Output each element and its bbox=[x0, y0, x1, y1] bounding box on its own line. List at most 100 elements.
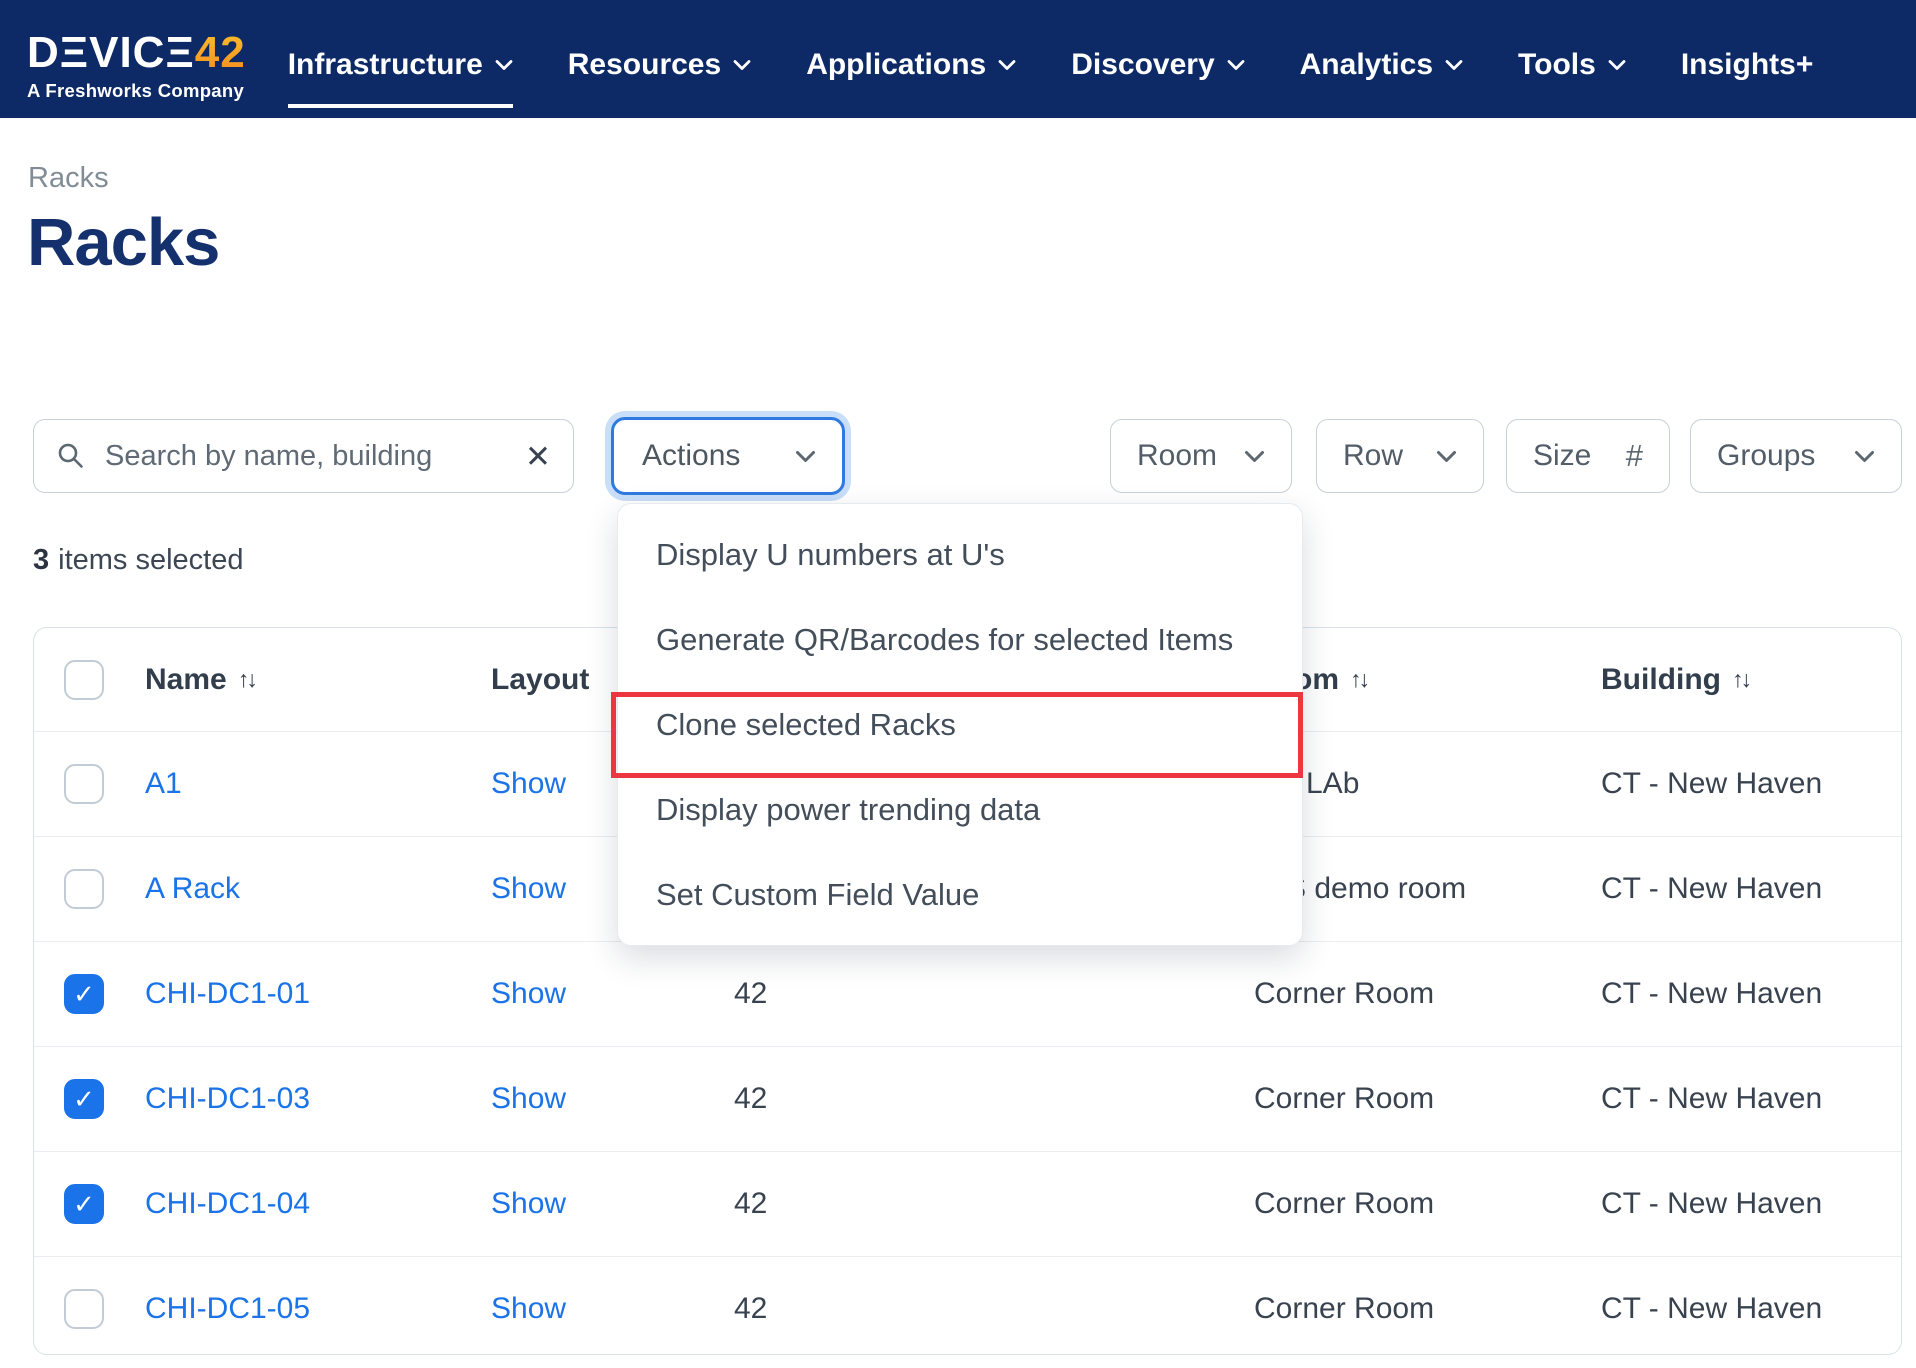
main-menu: Infrastructure Resources Applications Di… bbox=[288, 48, 1814, 84]
room-value: Corner Room bbox=[1254, 1187, 1434, 1220]
nav-item-infrastructure[interactable]: Infrastructure bbox=[288, 48, 513, 84]
nav-item-label: Applications bbox=[806, 48, 986, 82]
show-layout-link[interactable]: Show bbox=[491, 872, 566, 905]
column-header-layout: Layout bbox=[491, 663, 589, 697]
filter-row[interactable]: Row bbox=[1316, 419, 1484, 493]
filter-label: Size bbox=[1533, 439, 1591, 473]
nav-item-label: Infrastructure bbox=[288, 48, 483, 82]
row-checkbox[interactable]: ✓ bbox=[64, 974, 104, 1014]
building-value: CT - New Haven bbox=[1601, 1292, 1822, 1325]
chevron-down-icon bbox=[1608, 59, 1626, 71]
room-value: LAb bbox=[1306, 767, 1359, 800]
chevron-down-icon bbox=[1445, 59, 1463, 71]
selected-count: 3 bbox=[33, 544, 49, 576]
size-value: 42 bbox=[734, 1082, 767, 1115]
room-value: Corner Room bbox=[1254, 1292, 1434, 1325]
device42-logo[interactable]: DΞVICΞ42 A Freshworks Company bbox=[27, 31, 246, 102]
actions-dropdown-menu: Display U numbers at U'sGenerate QR/Barc… bbox=[617, 503, 1303, 946]
menu-item-generate-qr-barcodes-for-selected-items[interactable]: Generate QR/Barcodes for selected Items bbox=[618, 597, 1302, 682]
rack-name-link[interactable]: A1 bbox=[145, 767, 182, 800]
show-layout-link[interactable]: Show bbox=[491, 1082, 566, 1115]
table-row: ✓ CHI-DC1-01 Show 42 Corner Room CT - New Hav… bbox=[34, 941, 1901, 1046]
rack-name-link[interactable]: CHI-DC1-04 bbox=[145, 1187, 310, 1220]
size-value: 42 bbox=[734, 1187, 767, 1220]
nav-item-discovery[interactable]: Discovery bbox=[1071, 48, 1244, 84]
rack-name-link[interactable]: CHI-DC1-03 bbox=[145, 1082, 310, 1115]
chevron-down-icon bbox=[733, 59, 751, 71]
rack-name-link[interactable]: A Rack bbox=[145, 872, 240, 905]
size-value: 42 bbox=[734, 1292, 767, 1325]
row-checkbox[interactable] bbox=[64, 869, 104, 909]
show-layout-link[interactable]: Show bbox=[491, 767, 566, 800]
sort-icon[interactable]: ↑↓ bbox=[1732, 666, 1749, 693]
filter-size[interactable]: Size # bbox=[1506, 419, 1670, 493]
building-value: CT - New Haven bbox=[1601, 1187, 1822, 1220]
table-row: ✓ CHI-DC1-04 Show 42 Corner Room CT - New Hav… bbox=[34, 1151, 1901, 1256]
nav-item-label: Resources bbox=[568, 48, 721, 82]
filter-label: Groups bbox=[1717, 439, 1815, 473]
building-value: CT - New Haven bbox=[1601, 872, 1822, 905]
nav-item-label: Analytics bbox=[1300, 48, 1433, 82]
search-icon bbox=[56, 441, 86, 471]
search-box[interactable]: ✕ bbox=[33, 419, 574, 493]
chevron-down-icon bbox=[998, 59, 1016, 71]
filter-room[interactable]: Room bbox=[1110, 419, 1292, 493]
logo-tagline: A Freshworks Company bbox=[27, 80, 246, 102]
search-input[interactable] bbox=[103, 439, 523, 474]
breadcrumb: Racks bbox=[28, 162, 109, 195]
sort-icon[interactable]: ↑↓ bbox=[238, 666, 255, 693]
page-title: Racks bbox=[27, 204, 219, 281]
room-value: Corner Room bbox=[1254, 977, 1434, 1010]
top-nav: DΞVICΞ42 A Freshworks Company Infrastruc… bbox=[0, 0, 1916, 118]
room-value: Corner Room bbox=[1254, 1082, 1434, 1115]
show-layout-link[interactable]: Show bbox=[491, 1187, 566, 1220]
clear-search-icon[interactable]: ✕ bbox=[523, 439, 553, 474]
chevron-down-icon bbox=[1227, 59, 1245, 71]
table-row: CHI-DC1-05 Show 42 Corner Room CT - New Have… bbox=[34, 1256, 1901, 1355]
nav-item-insights[interactable]: Insights+ bbox=[1681, 48, 1814, 84]
size-value: 42 bbox=[734, 977, 767, 1010]
sort-icon[interactable]: ↑↓ bbox=[1350, 666, 1367, 693]
table-row: ✓ CHI-DC1-03 Show 42 Corner Room CT - New Hav… bbox=[34, 1046, 1901, 1151]
chevron-down-icon bbox=[495, 59, 513, 71]
actions-button[interactable]: Actions bbox=[611, 417, 845, 495]
room-value: S demo room bbox=[1286, 872, 1466, 905]
building-value: CT - New Haven bbox=[1601, 977, 1822, 1010]
show-layout-link[interactable]: Show bbox=[491, 1292, 566, 1325]
menu-item-clone-selected-racks[interactable]: Clone selected Racks bbox=[618, 682, 1302, 767]
row-checkbox[interactable] bbox=[64, 1289, 104, 1329]
filter-groups[interactable]: Groups bbox=[1690, 419, 1902, 493]
row-checkbox[interactable]: ✓ bbox=[64, 1079, 104, 1119]
show-layout-link[interactable]: Show bbox=[491, 977, 566, 1010]
nav-item-label: Discovery bbox=[1071, 48, 1214, 82]
row-checkbox[interactable] bbox=[64, 764, 104, 804]
menu-item-set-custom-field-value[interactable]: Set Custom Field Value bbox=[618, 852, 1302, 937]
building-value: CT - New Haven bbox=[1601, 1082, 1822, 1115]
row-checkbox[interactable]: ✓ bbox=[64, 1184, 104, 1224]
chevron-down-icon bbox=[1854, 450, 1875, 463]
nav-item-tools[interactable]: Tools bbox=[1518, 48, 1626, 84]
check-icon: ✓ bbox=[73, 979, 95, 1010]
nav-item-label: Insights+ bbox=[1681, 48, 1814, 82]
rack-name-link[interactable]: CHI-DC1-01 bbox=[145, 977, 310, 1010]
nav-item-applications[interactable]: Applications bbox=[806, 48, 1016, 84]
column-header-name[interactable]: Name bbox=[145, 663, 227, 697]
rack-name-link[interactable]: CHI-DC1-05 bbox=[145, 1292, 310, 1325]
selection-summary: 3items selected bbox=[33, 544, 244, 577]
filter-label: Room bbox=[1137, 439, 1217, 473]
nav-item-label: Tools bbox=[1518, 48, 1596, 82]
select-all-checkbox[interactable] bbox=[64, 660, 104, 700]
check-icon: ✓ bbox=[73, 1084, 95, 1115]
column-header-building[interactable]: Building bbox=[1601, 663, 1721, 697]
menu-item-display-power-trending-data[interactable]: Display power trending data bbox=[618, 767, 1302, 852]
chevron-down-icon bbox=[795, 450, 816, 463]
filter-label: Row bbox=[1343, 439, 1403, 473]
chevron-down-icon bbox=[1436, 450, 1457, 463]
building-value: CT - New Haven bbox=[1601, 767, 1822, 800]
check-icon: ✓ bbox=[73, 1189, 95, 1220]
menu-item-display-u-numbers-at-u-s[interactable]: Display U numbers at U's bbox=[618, 512, 1302, 597]
hash-icon: # bbox=[1626, 438, 1643, 474]
logo-wordmark: DΞVICΞ42 bbox=[27, 31, 246, 75]
nav-item-analytics[interactable]: Analytics bbox=[1300, 48, 1463, 84]
nav-item-resources[interactable]: Resources bbox=[568, 48, 751, 84]
